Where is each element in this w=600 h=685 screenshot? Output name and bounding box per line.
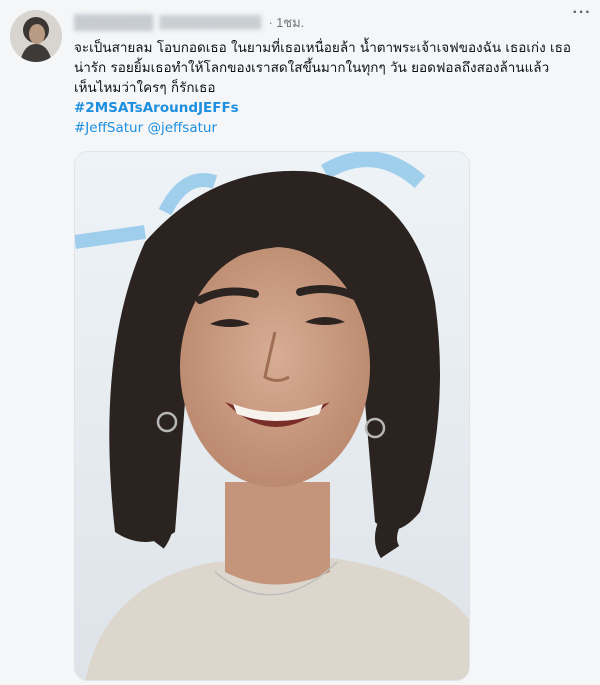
tweet-line-3: เห็นไหมว่าใครๆ ก็รักเธอ <box>74 80 216 96</box>
tweet-line-1: จะเป็นสายลม โอบกอดเธอ ในยามที่เธอเหนื่อย… <box>74 40 571 56</box>
tweet-card: ████████ ████████████ · 1ชม. ··· จะเป็นส… <box>0 0 600 685</box>
photo-portrait <box>75 152 469 680</box>
tweet-line-2: น่ารัก รอยยิ้มเธอทำให้โลกของเราสดใสขึ้นม… <box>74 60 550 76</box>
display-name[interactable]: ████████ <box>74 14 153 30</box>
avatar-image <box>10 10 62 62</box>
more-options-icon[interactable]: ··· <box>570 5 594 26</box>
hashtag-link-jeffsatur[interactable]: #JeffSatur <box>74 120 143 136</box>
hashtag-link-2msats[interactable]: #2MSATsAroundJEFFs <box>74 100 239 116</box>
tweet-text: จะเป็นสายลม โอบกอดเธอ ในยามที่เธอเหนื่อย… <box>74 38 594 138</box>
mention-link-jeffsatur[interactable]: @jeffsatur <box>147 120 217 136</box>
tweet-photo[interactable] <box>74 151 470 681</box>
avatar[interactable] <box>10 10 62 62</box>
tweet-time[interactable]: 1ชม. <box>276 12 304 33</box>
user-handle[interactable]: ████████████ <box>159 15 261 29</box>
separator-dot: · <box>268 14 274 30</box>
tweet-header: ████████ ████████████ · 1ชม. <box>74 12 590 32</box>
